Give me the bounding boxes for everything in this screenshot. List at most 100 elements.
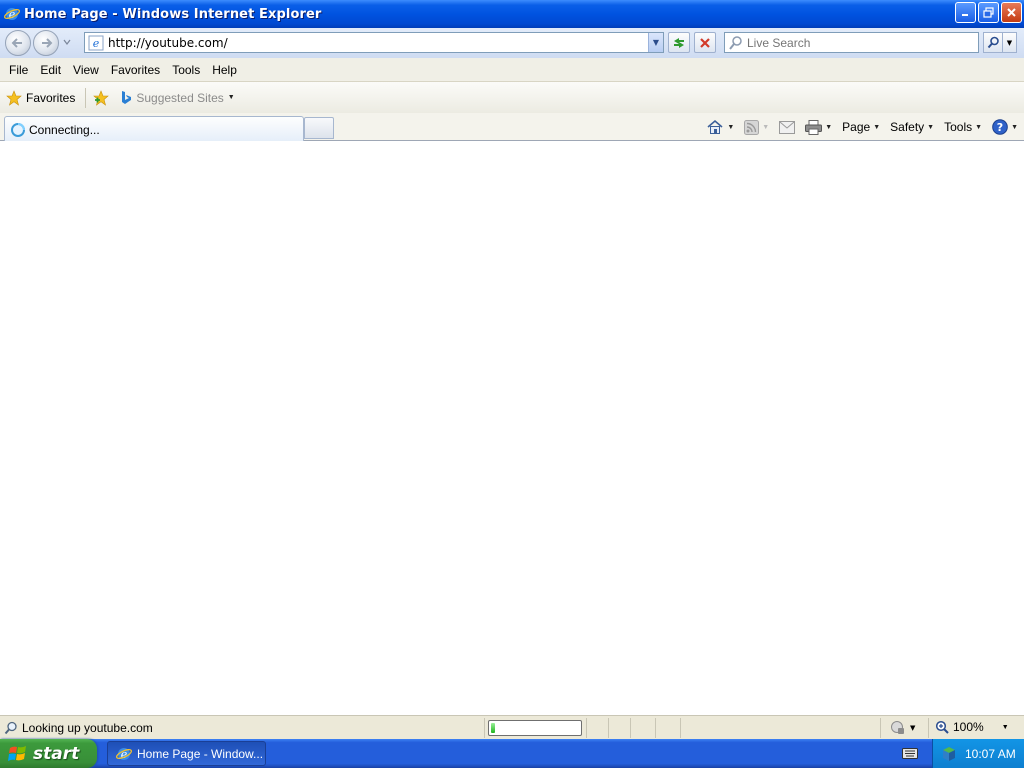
magnifier-icon	[987, 36, 999, 49]
bing-icon	[122, 91, 132, 104]
windows-logo-icon	[8, 745, 26, 761]
forward-arrow-icon	[42, 38, 53, 48]
add-favorite-icon	[93, 89, 110, 106]
status-divider	[928, 718, 929, 738]
help-dropdown-icon[interactable]: ▼	[1011, 124, 1018, 131]
search-icon	[729, 35, 742, 50]
feeds-dropdown-icon[interactable]: ▼	[762, 124, 769, 131]
status-message: Looking up youtube.com	[4, 721, 153, 735]
keyboard-language-icon[interactable]	[902, 746, 918, 763]
svg-text:e: e	[93, 37, 100, 50]
safety-menu-button[interactable]: Safety ▼	[890, 120, 934, 134]
protected-mode-button[interactable]: ▼	[890, 720, 915, 736]
back-arrow-icon	[11, 38, 22, 48]
recent-pages-dropdown-icon[interactable]	[63, 38, 71, 46]
favorites-label: Favorites	[26, 90, 76, 105]
menu-favorites[interactable]: Favorites	[105, 63, 166, 77]
home-icon	[707, 119, 723, 134]
help-button[interactable]: ? ▼	[992, 119, 1018, 135]
taskbar: start e Home Page - Window... 10:07 AM	[0, 739, 1024, 768]
print-button[interactable]: ▼	[805, 119, 832, 135]
chevron-down-icon: ▼	[227, 94, 235, 101]
new-tab-button[interactable]	[304, 117, 334, 139]
suggested-sites-label: Suggested Sites	[136, 90, 224, 105]
status-divider	[630, 718, 631, 738]
read-mail-button[interactable]	[779, 120, 796, 134]
search-options-button[interactable]: ▼	[1003, 32, 1017, 53]
command-bar: ▼ ▼ ▼ Page ▼ Safety ▼ Tools ▼ ? ▼	[696, 116, 1018, 138]
search-field[interactable]	[724, 32, 979, 53]
home-dropdown-icon[interactable]: ▼	[727, 124, 734, 131]
restore-button[interactable]	[978, 2, 999, 23]
zone-dropdown-icon: ▼	[910, 724, 916, 732]
tab-current[interactable]: Connecting...	[4, 116, 304, 142]
search-button[interactable]	[983, 32, 1003, 53]
menu-tools[interactable]: Tools	[166, 63, 206, 77]
menu-help[interactable]: Help	[206, 63, 243, 77]
progress-fill	[491, 723, 495, 733]
internet-explorer-icon: e	[4, 8, 20, 21]
svg-text:?: ?	[997, 121, 1003, 134]
taskbar-item-label: Home Page - Window...	[137, 746, 264, 761]
feeds-button[interactable]: ▼	[744, 119, 769, 135]
network-tray-icon[interactable]	[941, 746, 957, 762]
zone-globe-lock-icon	[891, 721, 904, 734]
navigation-bar: e http://youtube.com/ ▼ ▼	[0, 28, 1024, 58]
chevron-down-icon: ▼	[873, 123, 881, 131]
zoom-dropdown-icon[interactable]: ▼	[1002, 724, 1009, 731]
printer-icon	[805, 119, 823, 135]
rss-feed-icon	[744, 119, 760, 135]
zoom-control[interactable]: 100% ▼	[935, 720, 1009, 734]
minimize-icon	[962, 14, 968, 16]
tools-menu-button[interactable]: Tools ▼	[944, 120, 982, 134]
page-menu-label: Page	[842, 120, 871, 134]
suggested-sites-button[interactable]: Suggested Sites ▼	[120, 90, 235, 105]
internet-explorer-icon: e	[116, 747, 132, 761]
add-to-favorites-bar-button[interactable]	[92, 89, 110, 106]
favorites-bar: Favorites Suggested Sites ▼	[0, 82, 1024, 113]
start-button[interactable]: start	[0, 739, 97, 768]
zoom-level: 100%	[953, 720, 984, 734]
print-dropdown-icon[interactable]: ▼	[825, 124, 832, 131]
menu-file[interactable]: File	[3, 63, 34, 77]
home-button[interactable]: ▼	[706, 119, 734, 135]
stop-icon	[700, 37, 710, 48]
tab-row: Connecting... ▼ ▼ ▼ Page ▼ Safety ▼ Tool…	[0, 113, 1024, 142]
status-divider	[608, 718, 609, 738]
help-icon: ?	[992, 119, 1008, 135]
page-icon: e	[88, 35, 104, 50]
chevron-down-icon: ▼	[927, 123, 935, 131]
status-search-icon	[4, 721, 17, 734]
menu-edit[interactable]: Edit	[34, 63, 67, 77]
page-content[interactable]	[0, 141, 1024, 715]
refresh-icon	[674, 37, 684, 48]
minimize-button[interactable]	[955, 2, 976, 23]
search-input[interactable]	[747, 35, 967, 50]
tools-menu-label: Tools	[944, 120, 973, 134]
chevron-down-icon: ▼	[975, 123, 983, 131]
refresh-button[interactable]	[668, 32, 690, 53]
window-controls	[955, 2, 1022, 23]
favorites-separator	[85, 87, 87, 108]
taskbar-item-ie[interactable]: e Home Page - Window...	[107, 741, 266, 766]
menu-view[interactable]: View	[67, 63, 105, 77]
title-bar[interactable]: e Home Page - Windows Internet Explorer	[0, 0, 1024, 28]
page-menu-button[interactable]: Page ▼	[842, 120, 880, 134]
forward-button[interactable]	[33, 30, 59, 56]
stop-button[interactable]	[694, 32, 716, 53]
address-dropdown-button[interactable]: ▼	[648, 33, 663, 52]
back-button[interactable]	[5, 30, 31, 56]
close-icon	[1007, 8, 1016, 17]
favorites-button[interactable]: Favorites	[6, 89, 76, 106]
start-label: start	[33, 743, 80, 764]
loading-spinner-icon	[11, 122, 25, 137]
close-button[interactable]	[1001, 2, 1022, 23]
status-divider	[880, 718, 881, 738]
tab-label: Connecting...	[29, 122, 100, 137]
address-url[interactable]: http://youtube.com/	[108, 36, 228, 50]
address-field[interactable]: e http://youtube.com/ ▼	[84, 32, 664, 53]
status-bar: Looking up youtube.com ▼ 100% ▼	[0, 715, 1024, 739]
window-title: Home Page - Windows Internet Explorer	[24, 6, 322, 22]
safety-menu-label: Safety	[890, 120, 925, 134]
clock[interactable]: 10:07 AM	[965, 747, 1016, 761]
